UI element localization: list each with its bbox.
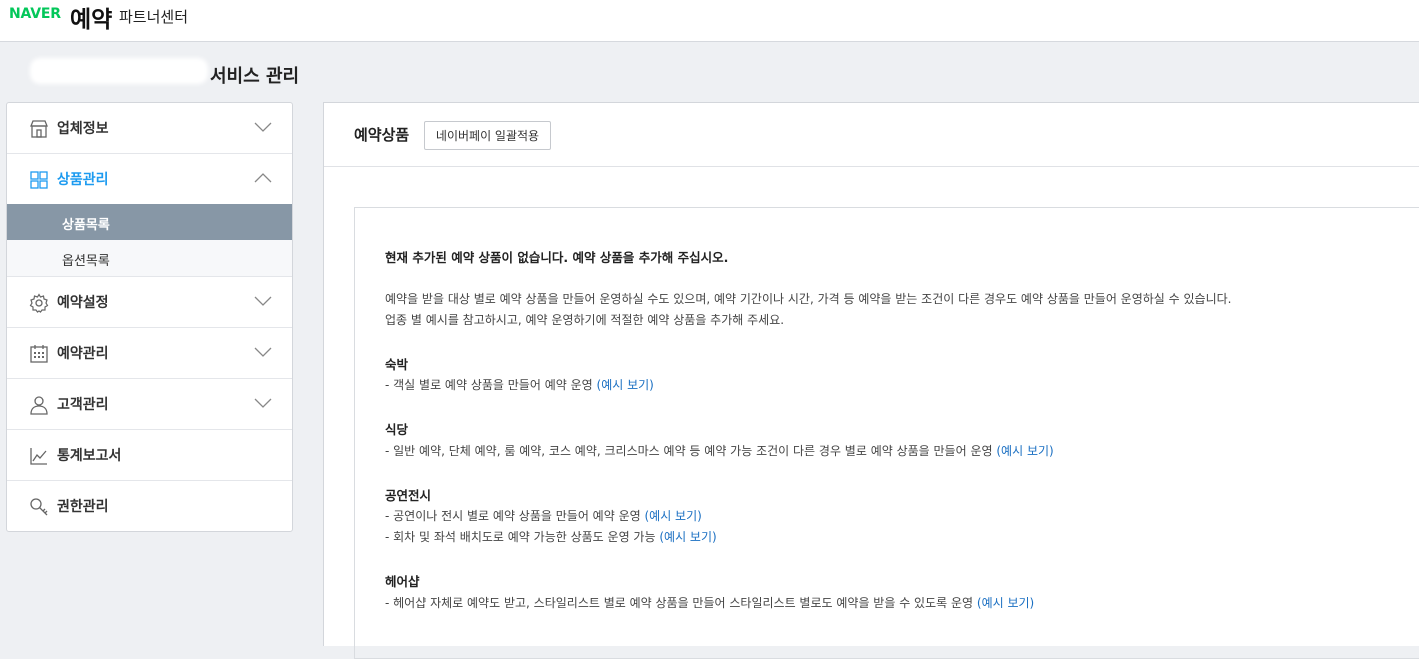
example-link[interactable]: (예시 보기) [659,530,716,544]
category-line: - 헤어샵 자체로 예약도 받고, 스타일리스트 별로 예약 상품을 만들어 스… [385,594,1034,611]
naver-pay-apply-button[interactable]: 네이버페이 일괄적용 [424,121,551,150]
sidebar-item-label: 통계보고서 [57,448,122,464]
sidebar-item-label: 예약설정 [57,295,109,311]
sidebar-item-statistics-report[interactable]: 통계보고서 [7,430,292,481]
empty-products-notice: 현재 추가된 예약 상품이 없습니다. 예약 상품을 추가해 주십시오. 예약을… [354,207,1419,659]
chevron-down-icon [254,398,272,408]
sidebar-item-products[interactable]: 상품관리 [7,154,292,204]
sidebar-item-booking-management[interactable]: 예약관리 [7,328,292,379]
description-line: 예약을 받을 대상 별로 예약 상품을 만들어 운영하실 수도 있으며, 예약 … [385,292,1232,306]
person-icon [30,396,48,415]
sidebar-item-permission-management[interactable]: 권한관리 [7,481,292,531]
line-chart-icon [30,448,47,465]
example-link[interactable]: (예시 보기) [644,509,701,523]
category-title: 공연전시 [385,488,432,503]
category-line: - 객실 별로 예약 상품을 만들어 예약 운영 (예시 보기) [385,376,654,393]
section-title: 예약상품 [354,126,410,144]
gear-icon [29,293,49,313]
description-line: 업종 별 예시를 참고하시고, 예약 운영하기에 적절한 예약 상품을 추가해 … [385,313,785,327]
sidebar-subitem-label: 상품목록 [62,218,110,233]
category-line: - 일반 예약, 단체 예약, 룸 예약, 코스 예약, 크리스마스 예약 등 … [385,442,1054,459]
sidebar-item-label: 고객관리 [57,397,109,413]
yeyak-logo[interactable]: 예약 [70,0,112,34]
sidebar-item-booking-settings[interactable]: 예약설정 [7,277,292,328]
category-line-text: - 회차 및 좌석 배치도로 예약 가능한 상품도 운영 가능 [385,530,656,544]
naver-logo[interactable]: NAVER [9,6,61,22]
sidebar-item-label: 권한관리 [57,499,109,515]
category-line-text: - 일반 예약, 단체 예약, 룸 예약, 코스 예약, 크리스마스 예약 등 … [385,444,993,458]
category-line: - 회차 및 좌석 배치도로 예약 가능한 상품도 운영 가능 (예시 보기) [385,528,717,545]
partner-center-title[interactable]: 파트너센터 [119,6,188,27]
sidebar-item-business-info[interactable]: 업체정보 [7,103,292,154]
redacted-business-name [30,58,208,84]
main-header: 예약상품 네이버페이 일괄적용 [324,103,1419,167]
example-link[interactable]: (예시 보기) [977,596,1034,610]
sidebar-item-label: 업체정보 [57,121,109,137]
sidebar-subitem-product-list[interactable]: 상품목록 [7,204,292,240]
calendar-icon [30,345,48,363]
category-line: - 공연이나 전시 별로 예약 상품을 만들어 예약 운영 (예시 보기) [385,507,702,524]
chevron-down-icon [254,296,272,306]
category-title: 숙박 [385,357,409,372]
chevron-down-icon [254,347,272,357]
sidebar-item-label: 상품관리 [57,172,109,188]
sidebar-item-customer-management[interactable]: 고객관리 [7,379,292,430]
top-header: NAVER 예약 파트너센터 [0,0,1419,42]
sidebar: 업체정보 상품관리 상품목록 옵션목록 예약설정 예약관리 고객관리 통계보고서… [6,102,293,532]
category-line-text: - 헤어샵 자체로 예약도 받고, 스타일리스트 별로 예약 상품을 만들어 스… [385,596,974,610]
sidebar-subitem-label: 옵션목록 [62,254,110,269]
chevron-up-icon [254,173,272,183]
grid-icon [30,171,48,189]
chevron-down-icon [254,122,272,132]
key-icon [30,498,48,516]
page-title: 서비스 관리 [210,66,300,87]
empty-notice-text: 현재 추가된 예약 상품이 없습니다. 예약 상품을 추가해 주십시오. [385,250,729,265]
category-title: 식당 [385,422,409,437]
category-title: 헤어샵 [385,574,420,589]
category-line-text: - 공연이나 전시 별로 예약 상품을 만들어 예약 운영 [385,509,641,523]
store-icon [30,120,48,138]
example-link[interactable]: (예시 보기) [996,444,1053,458]
category-line-text: - 객실 별로 예약 상품을 만들어 예약 운영 [385,378,593,392]
main-panel: 예약상품 네이버페이 일괄적용 현재 추가된 예약 상품이 없습니다. 예약 상… [323,102,1419,659]
sidebar-subitem-option-list[interactable]: 옵션목록 [7,240,292,277]
sidebar-item-label: 예약관리 [57,346,109,362]
example-link[interactable]: (예시 보기) [597,378,654,392]
